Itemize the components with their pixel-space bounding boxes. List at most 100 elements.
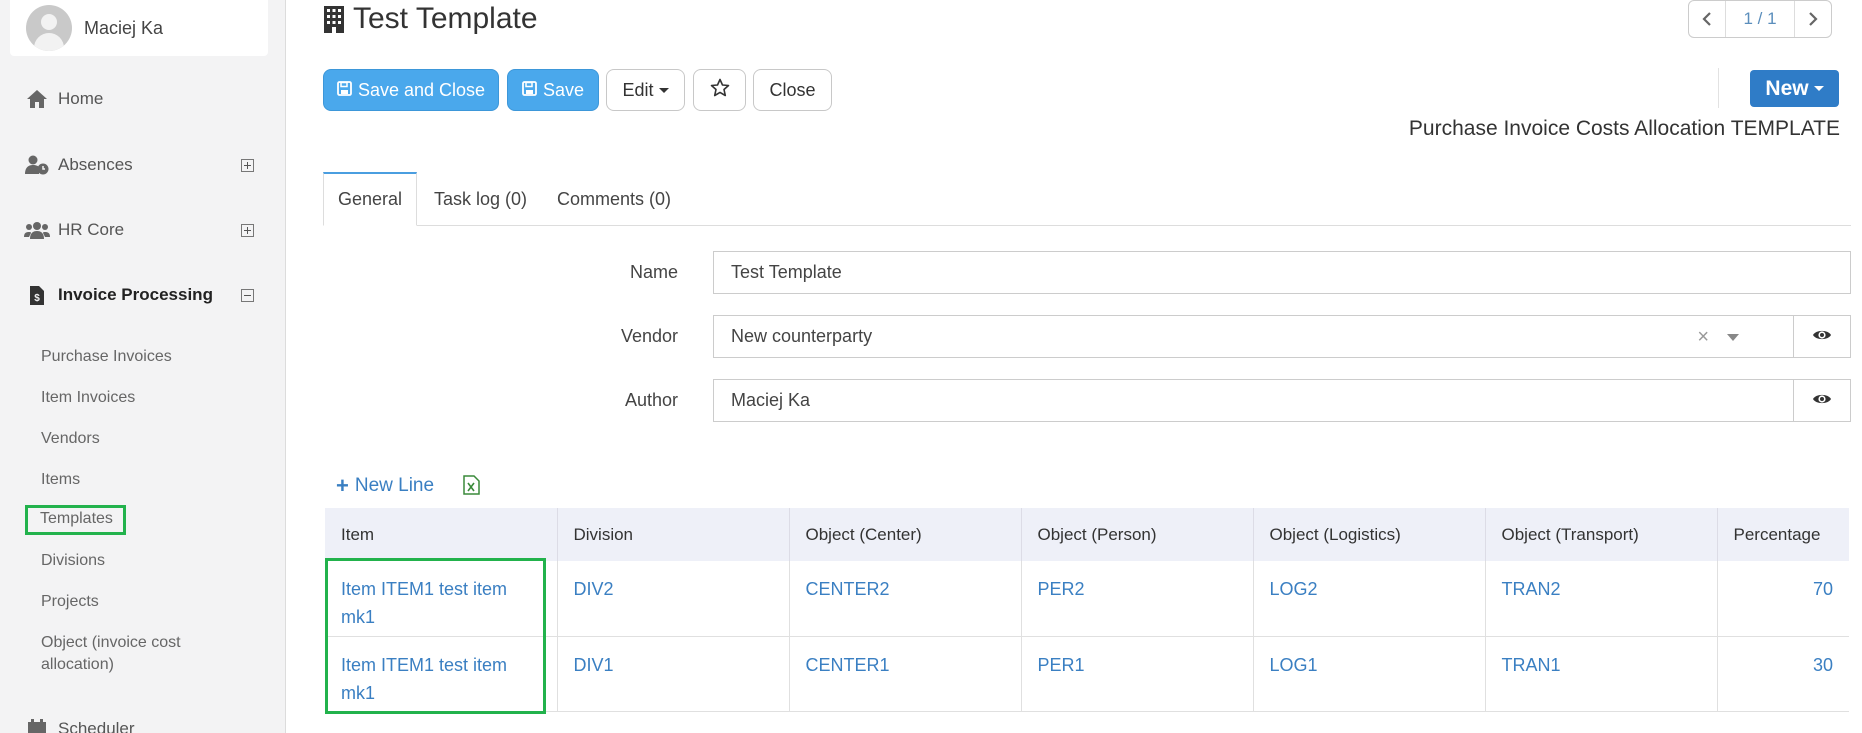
cell-percentage[interactable]: 30: [1717, 636, 1849, 712]
sidebar-subitem-items[interactable]: Items: [41, 471, 80, 489]
svg-text:$: $: [34, 293, 40, 304]
edit-label: Edit: [622, 79, 654, 100]
cell-transport-link[interactable]: TRAN2: [1485, 561, 1718, 637]
star-icon: [710, 78, 730, 102]
author-label: Author: [624, 390, 678, 410]
collapse-icon[interactable]: [241, 288, 254, 302]
user-box[interactable]: Maciej Ka: [10, 0, 268, 56]
cell-percentage[interactable]: 70: [1717, 561, 1849, 637]
column-header-percentage[interactable]: Percentage: [1717, 508, 1849, 561]
expand-icon[interactable]: [241, 158, 254, 172]
vendor-value: New counterparty: [731, 326, 873, 346]
sidebar-subitem-purchase-invoices[interactable]: Purchase Invoices: [41, 348, 172, 366]
sidebar-item-absences[interactable]: Absences: [24, 150, 260, 180]
sidebar-item-scheduler[interactable]: Scheduler: [24, 714, 260, 733]
save-label: Save: [542, 79, 585, 100]
save-and-close-button[interactable]: Save and Close: [323, 69, 499, 111]
new-line-button[interactable]: + New Line: [336, 473, 434, 499]
eye-icon: [1812, 327, 1832, 347]
sidebar-subitem-templates[interactable]: Templates: [25, 505, 126, 535]
save-and-close-label: Save and Close: [357, 79, 486, 100]
floppy-disk-icon: [337, 80, 352, 101]
building-icon: [323, 5, 345, 33]
sidebar-item-invoice-processing[interactable]: $ Invoice Processing: [24, 280, 260, 310]
column-header-object-logistics[interactable]: Object (Logistics): [1253, 508, 1486, 561]
floppy-disk-icon: [522, 80, 537, 101]
users-icon: [24, 219, 50, 241]
caret-down-icon: [658, 87, 669, 93]
cell-division-link[interactable]: DIV1: [557, 636, 790, 712]
sidebar-subitem-object-line1[interactable]: Object (invoice cost: [41, 634, 181, 652]
column-header-object-person[interactable]: Object (Person): [1021, 508, 1254, 561]
close-label: Close: [769, 79, 816, 100]
author-field[interactable]: Maciej Ka: [713, 379, 1794, 422]
cell-item-link[interactable]: Item ITEM1 test item mk1: [325, 636, 558, 712]
vendor-label: Vendor: [620, 326, 678, 346]
sidebar-subitem-divisions[interactable]: Divisions: [41, 552, 105, 570]
table-row: Item ITEM1 test item mk1 DIV2 CENTER2 PE…: [325, 561, 1849, 637]
cell-person-link[interactable]: PER1: [1021, 636, 1254, 712]
column-header-object-transport[interactable]: Object (Transport): [1485, 508, 1718, 561]
favorite-button[interactable]: [693, 69, 746, 111]
new-dropdown-button[interactable]: New: [1750, 70, 1839, 107]
author-view-button[interactable]: [1793, 379, 1851, 422]
caret-down-icon: [1813, 86, 1824, 91]
page-title: Test Template: [323, 0, 538, 38]
calendar-icon: [24, 718, 50, 733]
expand-icon[interactable]: [241, 223, 254, 237]
plus-icon: +: [336, 473, 349, 498]
tab-general[interactable]: General: [323, 172, 418, 226]
tab-task-log[interactable]: Task log (0): [434, 172, 527, 226]
clear-icon[interactable]: ×: [1697, 326, 1709, 349]
page-title-text: Test Template: [353, 2, 538, 35]
close-button[interactable]: Close: [753, 69, 832, 111]
new-line-label: New Line: [354, 475, 435, 496]
tab-comments[interactable]: Comments (0): [557, 172, 671, 226]
table-row: Item ITEM1 test item mk1 DIV1 CENTER1 PE…: [325, 636, 1849, 712]
sidebar-item-label: HR Core: [58, 220, 125, 239]
sidebar-subitem-projects[interactable]: Projects: [41, 593, 99, 611]
sidebar: Maciej Ka Home Absences HR Core $ Invoic…: [0, 0, 286, 733]
vendor-select[interactable]: New counterparty ×: [713, 315, 1794, 358]
sidebar-subitem-vendors[interactable]: Vendors: [41, 430, 100, 448]
home-icon: [24, 88, 50, 110]
sidebar-item-label: Absences: [58, 155, 133, 174]
column-header-object-center[interactable]: Object (Center): [789, 508, 1022, 561]
cell-person-link[interactable]: PER2: [1021, 561, 1254, 637]
save-button[interactable]: Save: [507, 69, 599, 111]
name-label: Name: [629, 262, 678, 282]
sidebar-subitem-item-invoices[interactable]: Item Invoices: [41, 389, 135, 407]
new-label: New: [1765, 76, 1809, 100]
cell-logistics-link[interactable]: LOG2: [1253, 561, 1486, 637]
sidebar-subitem-object-line2[interactable]: allocation): [41, 656, 114, 674]
vendor-view-button[interactable]: [1793, 315, 1851, 358]
cell-item-link[interactable]: Item ITEM1 test item mk1: [325, 561, 558, 637]
record-type-subtitle: Purchase Invoice Costs Allocation TEMPLA…: [1408, 117, 1840, 140]
chevron-right-icon[interactable]: [1795, 1, 1831, 37]
sidebar-item-home[interactable]: Home: [24, 84, 260, 114]
toolbar-divider: [1718, 68, 1719, 108]
avatar: [26, 5, 72, 51]
chevron-down-icon[interactable]: [1727, 334, 1739, 341]
eye-icon: [1812, 391, 1832, 411]
cell-transport-link[interactable]: TRAN1: [1485, 636, 1718, 712]
sidebar-item-label: Invoice Processing: [58, 285, 213, 304]
user-clock-icon: [24, 154, 50, 176]
name-field[interactable]: Test Template: [713, 251, 1851, 294]
invoice-dollar-icon: $: [24, 284, 50, 306]
column-header-division[interactable]: Division: [557, 508, 790, 561]
chevron-left-icon[interactable]: [1689, 1, 1725, 37]
allocation-table: Item Division Object (Center) Object (Pe…: [325, 508, 1849, 712]
sidebar-item-label: Scheduler: [58, 719, 135, 733]
cell-center-link[interactable]: CENTER1: [789, 636, 1022, 712]
edit-dropdown-button[interactable]: Edit: [606, 69, 685, 111]
sidebar-item-label: Home: [58, 89, 104, 108]
sidebar-item-hr-core[interactable]: HR Core: [24, 215, 260, 245]
user-name: Maciej Ka: [84, 17, 164, 38]
cell-center-link[interactable]: CENTER2: [789, 561, 1022, 637]
cell-logistics-link[interactable]: LOG1: [1253, 636, 1486, 712]
excel-export-icon[interactable]: [463, 475, 480, 500]
table-header-row: Item Division Object (Center) Object (Pe…: [325, 508, 1849, 561]
column-header-item[interactable]: Item: [325, 508, 558, 561]
cell-division-link[interactable]: DIV2: [557, 561, 790, 637]
